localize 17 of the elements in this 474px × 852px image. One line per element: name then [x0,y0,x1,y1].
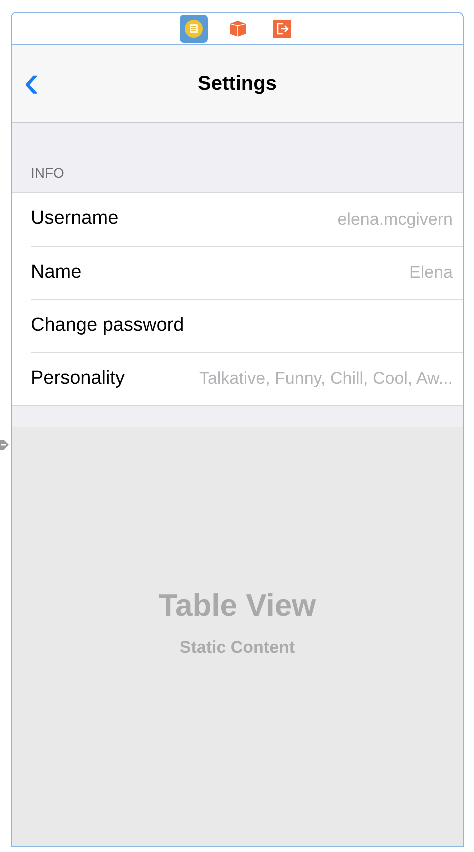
back-button[interactable]: ‹ [20,67,44,95]
section-header: INFO [30,164,66,183]
row-label: Change password [31,314,184,338]
table-view-subtitle: Static Content [180,637,296,659]
exit-icon [272,20,290,38]
row-value: Talkative, Funny, Chill, Cool, Aw... [199,368,453,390]
row-value: elena.mcgivern [338,208,453,231]
row-label: Name [31,260,82,285]
row-label: Personality [31,366,125,391]
view-controller-icon [184,18,204,38]
segue-arrow-icon [0,437,9,453]
dock-button[interactable] [180,14,208,42]
row-value: Elena [410,262,453,284]
table-view-title: Table View [158,586,316,624]
row-label: Username [31,207,119,232]
cube-icon [228,20,246,38]
navigation-title: Settings [198,72,277,96]
